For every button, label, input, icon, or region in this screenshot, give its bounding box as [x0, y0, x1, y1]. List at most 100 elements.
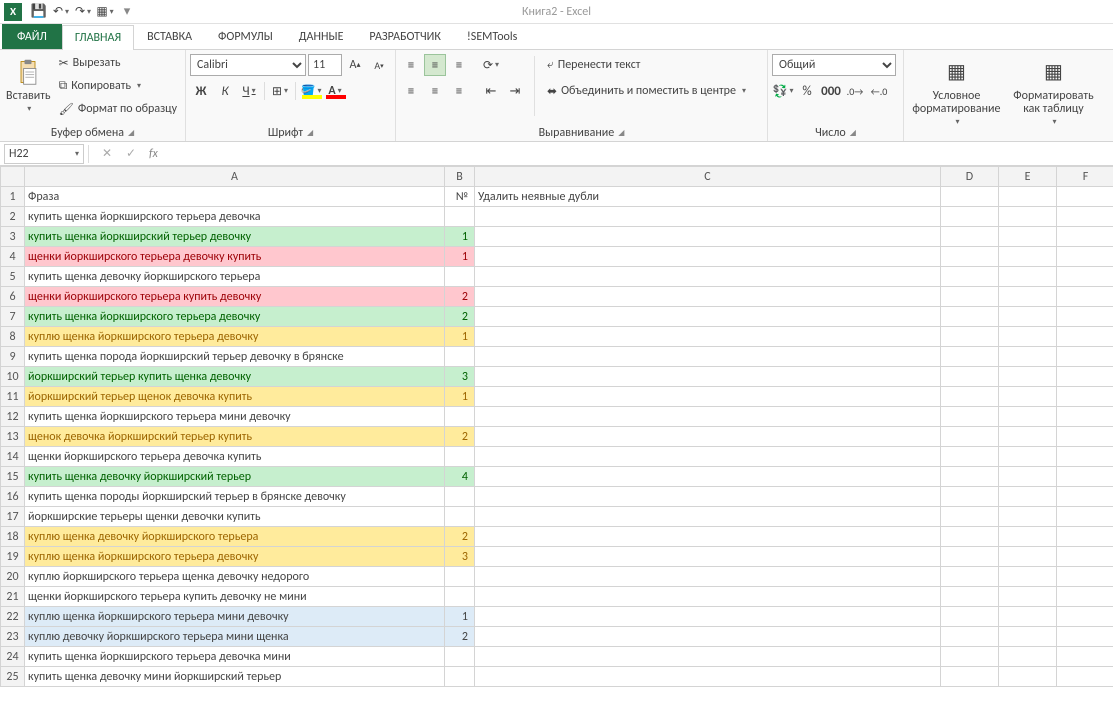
cell[interactable] [999, 607, 1057, 627]
cell[interactable] [445, 487, 475, 507]
cancel-formula-button[interactable]: ✕ [95, 144, 119, 164]
cell[interactable]: щенки йоркширского терьера девочка купит… [25, 447, 445, 467]
tab-developer[interactable]: РАЗРАБОТЧИК [356, 24, 453, 49]
tab-semtools[interactable]: !SEMTools [454, 24, 530, 49]
row-header[interactable]: 5 [1, 267, 25, 287]
cell[interactable] [999, 227, 1057, 247]
cell[interactable] [1057, 307, 1113, 327]
cell[interactable] [475, 507, 941, 527]
cell[interactable] [999, 627, 1057, 647]
cell[interactable] [999, 207, 1057, 227]
cell[interactable] [941, 667, 999, 687]
cell[interactable]: 1 [445, 387, 475, 407]
cell[interactable] [1057, 627, 1113, 647]
table-row[interactable]: 11йоркширский терьер щенок девочка купит… [1, 387, 1113, 407]
qat-custom-button[interactable]: ▦▾ [94, 2, 116, 22]
table-row[interactable]: 10йоркширский терьер купить щенка девочк… [1, 367, 1113, 387]
cell[interactable] [475, 587, 941, 607]
table-row[interactable]: 15купить щенка девочку йоркширский терье… [1, 467, 1113, 487]
save-button[interactable]: 💾 [28, 2, 50, 22]
row-header[interactable]: 13 [1, 427, 25, 447]
font-color-button[interactable]: A▾ [324, 80, 346, 102]
fx-icon[interactable]: fx [149, 147, 158, 161]
row-header[interactable]: 8 [1, 327, 25, 347]
worksheet-grid[interactable]: A B C D E F 1 Фраза № Удалить неявные ду… [0, 166, 1113, 714]
cell[interactable] [941, 367, 999, 387]
cell[interactable] [999, 587, 1057, 607]
tab-insert[interactable]: ВСТАВКА [134, 24, 205, 49]
row-header[interactable]: 12 [1, 407, 25, 427]
col-header-C[interactable]: C [475, 167, 941, 187]
bold-button[interactable]: Ж [190, 80, 212, 102]
cell[interactable] [941, 407, 999, 427]
cell[interactable] [941, 387, 999, 407]
cell[interactable]: 2 [445, 527, 475, 547]
align-top-button[interactable]: ≡ [400, 54, 422, 76]
undo-button[interactable]: ↶▾ [50, 2, 72, 22]
qat-customize-dropdown[interactable]: ▾ [116, 2, 138, 22]
table-row[interactable]: 5купить щенка девочку йоркширского терье… [1, 267, 1113, 287]
cell[interactable] [941, 227, 999, 247]
name-box[interactable]: H22▾ [4, 144, 84, 164]
copy-button[interactable]: ⧉Копировать▾ [55, 75, 181, 97]
align-center-button[interactable]: ≡ [424, 80, 446, 102]
cell[interactable]: 2 [445, 287, 475, 307]
cell[interactable] [445, 667, 475, 687]
table-row[interactable]: 8куплю щенка йоркширского терьера девочк… [1, 327, 1113, 347]
cell[interactable] [999, 667, 1057, 687]
cell[interactable] [941, 267, 999, 287]
cell[interactable] [941, 247, 999, 267]
cell[interactable] [475, 367, 941, 387]
cell[interactable] [475, 547, 941, 567]
align-bottom-button[interactable]: ≡ [448, 54, 470, 76]
cell[interactable] [941, 287, 999, 307]
cell[interactable]: купить щенка породы йоркширский терьер в… [25, 487, 445, 507]
cell[interactable] [475, 647, 941, 667]
cell[interactable] [475, 407, 941, 427]
cell[interactable]: купить щенка йоркширского терьера девочк… [25, 307, 445, 327]
table-row[interactable]: 25купить щенка девочку мини йоркширский … [1, 667, 1113, 687]
cell[interactable] [999, 387, 1057, 407]
cell[interactable] [1057, 587, 1113, 607]
cell[interactable] [1057, 367, 1113, 387]
cell[interactable] [1057, 287, 1113, 307]
col-header-A[interactable]: A [25, 167, 445, 187]
cell[interactable]: 3 [445, 367, 475, 387]
cell[interactable] [999, 407, 1057, 427]
cell[interactable] [999, 567, 1057, 587]
cell[interactable]: 2 [445, 307, 475, 327]
cell[interactable] [1057, 187, 1113, 207]
row-header[interactable]: 1 [1, 187, 25, 207]
comma-button[interactable]: 000 [820, 80, 842, 102]
cell[interactable] [1057, 567, 1113, 587]
cell[interactable] [1057, 607, 1113, 627]
font-name-select[interactable]: Calibri [190, 54, 306, 76]
cell[interactable]: щенки йоркширского терьера девочку купит… [25, 247, 445, 267]
row-header[interactable]: 20 [1, 567, 25, 587]
redo-button[interactable]: ↷▾ [72, 2, 94, 22]
cell[interactable] [941, 507, 999, 527]
table-row[interactable]: 17йоркширские терьеры щенки девочки купи… [1, 507, 1113, 527]
col-header-D[interactable]: D [941, 167, 999, 187]
increase-indent-button[interactable]: ⇥ [504, 80, 526, 102]
dialog-launcher-icon[interactable]: ◢ [128, 128, 134, 138]
cell[interactable]: йоркширские терьеры щенки девочки купить [25, 507, 445, 527]
cell[interactable]: куплю йоркширского терьера щенка девочку… [25, 567, 445, 587]
cell[interactable] [1057, 527, 1113, 547]
cell[interactable] [941, 627, 999, 647]
cell[interactable] [941, 567, 999, 587]
decrease-indent-button[interactable]: ⇤ [480, 80, 502, 102]
table-row[interactable]: 23куплю девочку йоркширского терьера мин… [1, 627, 1113, 647]
cell[interactable]: щенки йоркширского терьера купить девочк… [25, 287, 445, 307]
cell[interactable] [999, 267, 1057, 287]
cell[interactable] [1057, 227, 1113, 247]
cell[interactable]: 1 [445, 247, 475, 267]
cell[interactable] [1057, 327, 1113, 347]
table-row[interactable]: 21щенки йоркширского терьера купить дево… [1, 587, 1113, 607]
cell[interactable]: Фраза [25, 187, 445, 207]
row-header[interactable]: 14 [1, 447, 25, 467]
cell[interactable]: купить щенка девочку йоркширский терьер [25, 467, 445, 487]
cell[interactable] [475, 527, 941, 547]
table-row[interactable]: 16купить щенка породы йоркширский терьер… [1, 487, 1113, 507]
row-header[interactable]: 25 [1, 667, 25, 687]
